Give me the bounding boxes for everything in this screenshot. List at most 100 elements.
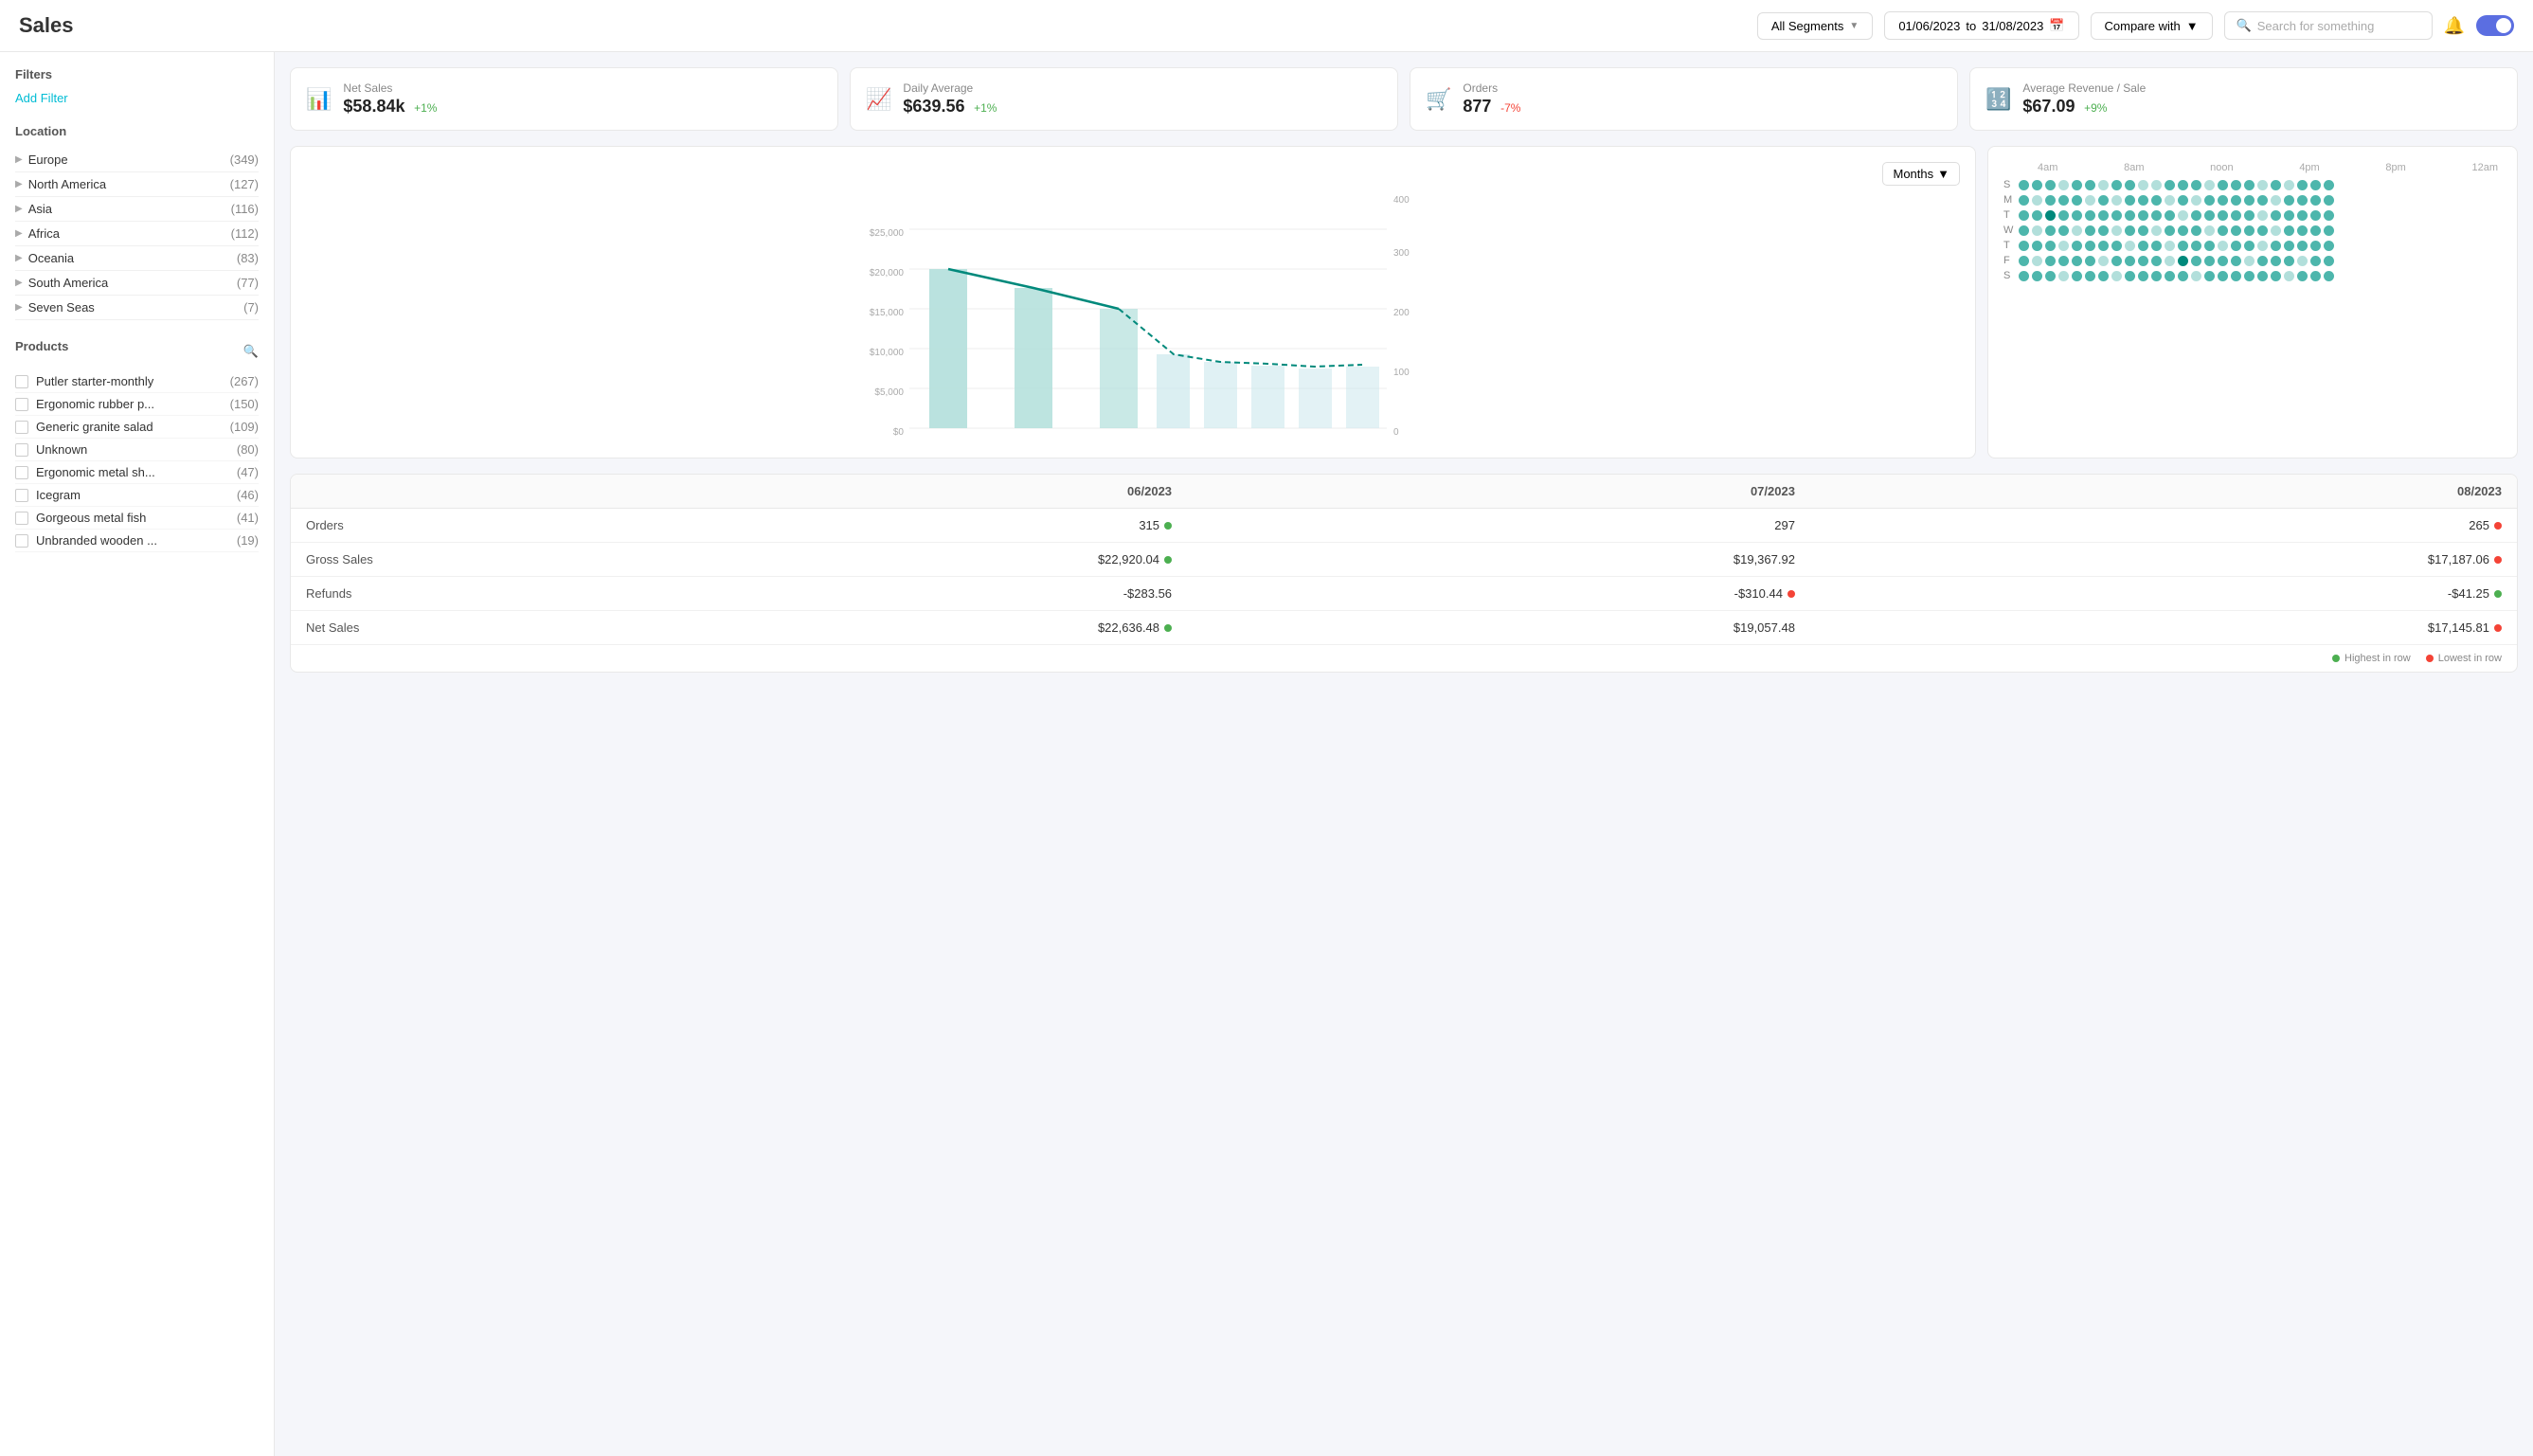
- dot: [2244, 225, 2255, 236]
- dot: [2324, 241, 2334, 251]
- highest-dot: [1164, 624, 1172, 632]
- product-checkbox[interactable]: [15, 398, 28, 411]
- add-filter-button[interactable]: Add Filter: [15, 91, 259, 105]
- highest-dot: [1164, 522, 1172, 530]
- product-checkbox[interactable]: [15, 489, 28, 502]
- dot-row-day-label: F: [2003, 255, 2019, 266]
- dot: [2310, 180, 2321, 190]
- dot: [2191, 195, 2201, 206]
- dot: [2231, 225, 2241, 236]
- dot-chart-card: 4am 8am noon 4pm 8pm 12am SMTWTFS: [1987, 146, 2518, 458]
- product-checkbox[interactable]: [15, 443, 28, 457]
- location-item[interactable]: ▶ Oceania (83): [15, 246, 259, 271]
- dot: [2231, 256, 2241, 266]
- dot-row-day-label: T: [2003, 209, 2019, 221]
- location-item[interactable]: ▶ Africa (112): [15, 222, 259, 246]
- dot: [2072, 210, 2082, 221]
- compare-dropdown[interactable]: Compare with ▼: [2091, 12, 2213, 40]
- svg-text:$0: $0: [893, 427, 905, 438]
- product-item: Gorgeous metal fish (41): [15, 507, 259, 530]
- dot: [2072, 180, 2082, 190]
- table-cell: -$41.25: [1810, 577, 2517, 611]
- dot: [2191, 241, 2201, 251]
- dot: [2032, 210, 2042, 221]
- kpi-change: +1%: [974, 101, 997, 115]
- svg-text:400: 400: [1393, 195, 1410, 206]
- product-checkbox[interactable]: [15, 375, 28, 388]
- dot: [2032, 256, 2042, 266]
- dot: [2058, 271, 2069, 281]
- chevron-down-icon: ▼: [2186, 19, 2199, 33]
- dot: [2151, 241, 2162, 251]
- dot: [2284, 241, 2294, 251]
- dot: [2324, 180, 2334, 190]
- dot: [2204, 195, 2215, 206]
- location-item[interactable]: ▶ Seven Seas (7): [15, 296, 259, 320]
- dot: [2098, 256, 2109, 266]
- dot: [2231, 180, 2241, 190]
- dot: [2244, 210, 2255, 221]
- dot-row-dots: [2019, 241, 2502, 251]
- table-cell: 265: [1810, 509, 2517, 543]
- months-dropdown[interactable]: Months ▼: [1882, 162, 1960, 186]
- product-item: Unbranded wooden ... (19): [15, 530, 259, 552]
- dot: [2058, 180, 2069, 190]
- dot: [2165, 241, 2175, 251]
- table-cell: $22,920.04: [480, 543, 1187, 577]
- dot: [2191, 225, 2201, 236]
- location-item[interactable]: ▶ Asia (116): [15, 197, 259, 222]
- kpi-change: +9%: [2084, 101, 2107, 115]
- location-item[interactable]: ▶ Europe (349): [15, 148, 259, 172]
- dot: [2019, 256, 2029, 266]
- data-table-card: 06/2023 07/2023 08/2023 Orders315297265G…: [290, 474, 2518, 673]
- dot: [2111, 210, 2122, 221]
- location-item[interactable]: ▶ South America (77): [15, 271, 259, 296]
- dot-row-day-label: S: [2003, 179, 2019, 190]
- segment-dropdown[interactable]: All Segments ▼: [1757, 12, 1874, 40]
- lowest-dot: [2494, 522, 2502, 530]
- dot: [2284, 195, 2294, 206]
- dot-grid: SMTWTFS: [2003, 179, 2502, 281]
- dot: [2125, 180, 2135, 190]
- table-legend: Highest in row Lowest in row: [291, 644, 2517, 672]
- notification-bell-icon[interactable]: 🔔: [2444, 16, 2465, 36]
- dot: [2244, 195, 2255, 206]
- sales-chart-card: Months ▼ $0 $5,000 $10,000 $15,000 $20,0…: [290, 146, 1976, 458]
- main-content: 📊 Net Sales $58.84k +1% 📈 Daily Average …: [275, 52, 2533, 1456]
- dot: [2019, 195, 2029, 206]
- product-checkbox[interactable]: [15, 466, 28, 479]
- table-header-col1: 06/2023: [480, 475, 1187, 509]
- svg-text:$15,000: $15,000: [870, 308, 905, 318]
- dot: [2111, 271, 2122, 281]
- product-checkbox[interactable]: [15, 421, 28, 434]
- dot: [2310, 210, 2321, 221]
- dot: [2204, 180, 2215, 190]
- dot: [2151, 210, 2162, 221]
- dot-row-day-label: M: [2003, 194, 2019, 206]
- dot-row-dots: [2019, 271, 2502, 281]
- dot: [2138, 256, 2148, 266]
- chevron-down-icon: ▼: [1937, 167, 1949, 181]
- dot: [2151, 225, 2162, 236]
- search-box[interactable]: 🔍 Search for something: [2224, 11, 2433, 40]
- dot-row-day-label: T: [2003, 240, 2019, 251]
- dot: [2218, 271, 2228, 281]
- dot: [2178, 241, 2188, 251]
- kpi-value: $639.56: [903, 97, 964, 116]
- dot: [2271, 210, 2281, 221]
- theme-toggle[interactable]: [2476, 15, 2514, 36]
- date-range-picker[interactable]: 01/06/2023 to 31/08/2023 📅: [1884, 11, 2078, 40]
- product-checkbox[interactable]: [15, 534, 28, 548]
- dot: [2085, 210, 2095, 221]
- location-item[interactable]: ▶ North America (127): [15, 172, 259, 197]
- product-checkbox[interactable]: [15, 512, 28, 525]
- product-item: Unknown (80): [15, 439, 259, 461]
- search-icon[interactable]: 🔍: [243, 344, 259, 359]
- dot: [2310, 195, 2321, 206]
- dot: [2204, 225, 2215, 236]
- table-cell: $22,636.48: [480, 611, 1187, 645]
- dot: [2032, 271, 2042, 281]
- dot: [2125, 256, 2135, 266]
- dot: [2271, 225, 2281, 236]
- kpi-card: 🔢 Average Revenue / Sale $67.09 +9%: [1969, 67, 2518, 131]
